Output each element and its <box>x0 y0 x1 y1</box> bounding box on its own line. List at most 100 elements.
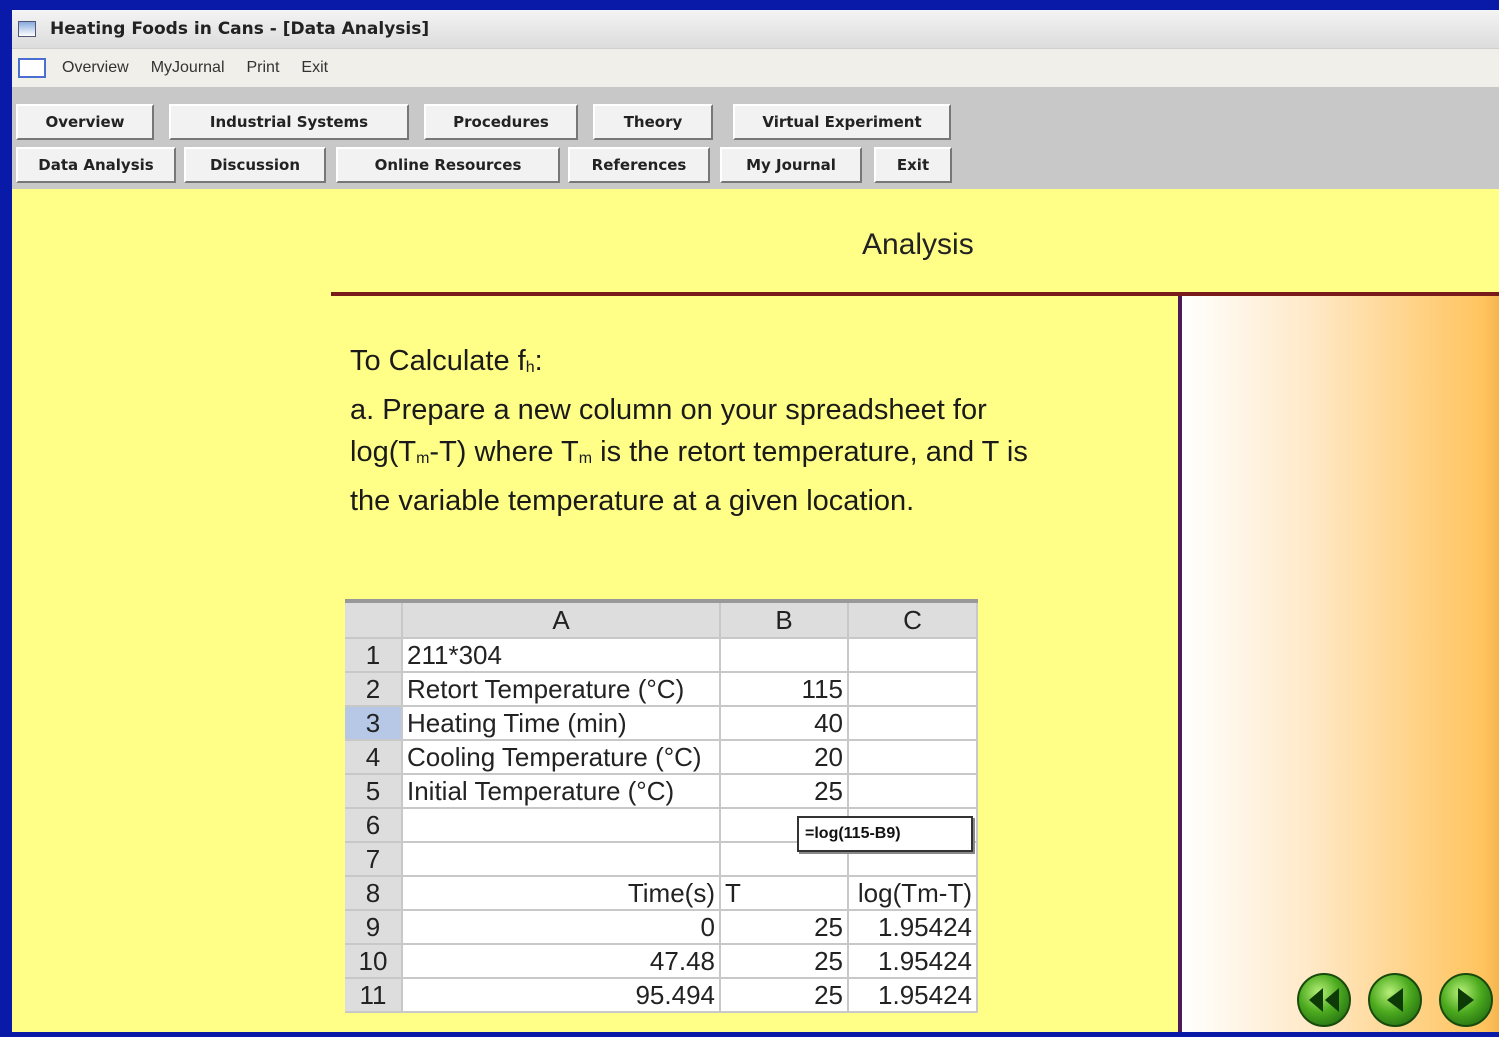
cell-a: Heating Time (min) <box>402 706 721 741</box>
menu-exit[interactable]: Exit <box>301 59 328 77</box>
first-icon <box>1309 988 1339 1012</box>
cell-a: 211*304 <box>402 638 721 673</box>
spreadsheet-table: A B C 1 211*304 2 Retort Temperature (°C… <box>345 599 978 1013</box>
cell-a: Time(s) <box>402 876 721 911</box>
nav-references-button[interactable]: References <box>568 147 710 183</box>
column-header-a: A <box>402 599 721 639</box>
cell-b: 25 <box>720 944 849 979</box>
title-bar: Heating Foods in Cans - [Data Analysis] <box>12 10 1499 48</box>
navigation-arrows <box>1297 973 1493 1027</box>
cell-a: Initial Temperature (°C) <box>402 774 721 809</box>
cell-b: 25 <box>720 774 849 809</box>
side-panel <box>1182 296 1499 1032</box>
nav-theory-button[interactable]: Theory <box>593 104 713 140</box>
cell-c: 1.95424 <box>848 978 978 1013</box>
step-a-mid: -T) where T <box>429 436 579 468</box>
table-row: 8 Time(s) T log(Tm-T) <box>345 876 978 911</box>
row-number: 2 <box>345 672 403 707</box>
back-button[interactable] <box>1368 973 1422 1027</box>
app-window: Heating Foods in Cans - [Data Analysis] … <box>12 10 1499 1032</box>
table-row: 1 211*304 <box>345 638 978 673</box>
step-a-sub2: m <box>578 450 593 467</box>
menu-bar: Overview MyJournal Print Exit <box>12 48 1499 88</box>
cell-b: 115 <box>720 672 849 707</box>
table-row: 2 Retort Temperature (°C) 115 <box>345 672 978 707</box>
step-a-sub1: m <box>416 450 430 467</box>
row-number: 6 <box>345 808 403 843</box>
instructions-text: To Calculate fh: a. Prepare a new column… <box>350 340 1170 522</box>
step-a-suffix: is the retort temperature, and T is <box>592 436 1028 468</box>
cell-b <box>720 638 849 673</box>
navigation-panel: Overview Industrial Systems Procedures T… <box>12 87 1499 189</box>
intro-suffix: : <box>534 345 543 377</box>
first-page-button[interactable] <box>1297 973 1351 1027</box>
cell-c: 1.95424 <box>848 910 978 945</box>
table-row: 9 0 25 1.95424 <box>345 910 978 945</box>
cell-a: 47.48 <box>402 944 721 979</box>
menu-myjournal[interactable]: MyJournal <box>151 59 225 77</box>
menu-overview[interactable]: Overview <box>62 59 129 77</box>
table-row: 4 Cooling Temperature (°C) 20 <box>345 740 978 775</box>
table-row: 3 Heating Time (min) 40 <box>345 706 978 741</box>
row-number: 3 <box>345 706 403 741</box>
nav-exit-button[interactable]: Exit <box>874 147 952 183</box>
column-header-b: B <box>720 599 849 639</box>
intro-sub: h <box>525 359 535 376</box>
formula-tooltip: =log(115-B9) <box>797 816 973 852</box>
window-title: Heating Foods in Cans - [Data Analysis] <box>50 19 430 39</box>
page-heading: Analysis <box>862 228 974 261</box>
nav-discussion-button[interactable]: Discussion <box>184 147 326 183</box>
column-header-c: C <box>848 599 978 639</box>
row-number: 8 <box>345 876 403 911</box>
cell-a: Retort Temperature (°C) <box>402 672 721 707</box>
nav-industrial-systems-button[interactable]: Industrial Systems <box>169 104 409 140</box>
table-row: 11 95.494 25 1.95424 <box>345 978 978 1013</box>
cell-b: T <box>720 876 849 911</box>
row-number: 1 <box>345 638 403 673</box>
cell-c: 1.95424 <box>848 944 978 979</box>
instruction-line-3: log(Tm-T) where Tm is the retort tempera… <box>350 431 1170 480</box>
menu-print[interactable]: Print <box>247 59 280 77</box>
cell-b: 25 <box>720 910 849 945</box>
spreadsheet-image: A B C 1 211*304 2 Retort Temperature (°C… <box>345 599 978 1013</box>
row-number: 5 <box>345 774 403 809</box>
instruction-line-2: a. Prepare a new column on your spreadsh… <box>350 394 987 426</box>
forward-button[interactable] <box>1439 973 1493 1027</box>
instruction-line-1: To Calculate fh: <box>350 340 1170 389</box>
cell-b: 20 <box>720 740 849 775</box>
column-header-row: A B C <box>345 599 978 639</box>
row-number: 4 <box>345 740 403 775</box>
app-icon <box>18 21 36 37</box>
nav-procedures-button[interactable]: Procedures <box>424 104 578 140</box>
cell-b: 40 <box>720 706 849 741</box>
cell-c <box>848 672 978 707</box>
row-number: 7 <box>345 842 403 877</box>
cell-a: Cooling Temperature (°C) <box>402 740 721 775</box>
intro-prefix: To Calculate f <box>350 345 526 377</box>
back-icon <box>1387 988 1403 1012</box>
document-icon <box>18 58 46 78</box>
cell-c <box>848 774 978 809</box>
cell-a: 0 <box>402 910 721 945</box>
cell-a <box>402 808 721 843</box>
row-number: 9 <box>345 910 403 945</box>
nav-virtual-experiment-button[interactable]: Virtual Experiment <box>733 104 951 140</box>
corner-cell <box>345 599 403 639</box>
cell-b: 25 <box>720 978 849 1013</box>
table-row: 5 Initial Temperature (°C) 25 <box>345 774 978 809</box>
cell-c: log(Tm-T) <box>848 876 978 911</box>
cell-a <box>402 842 721 877</box>
instruction-line-4: the variable temperature at a given loca… <box>350 485 915 517</box>
nav-data-analysis-button[interactable]: Data Analysis <box>16 147 176 183</box>
table-row: 10 47.48 25 1.95424 <box>345 944 978 979</box>
nav-online-resources-button[interactable]: Online Resources <box>336 147 560 183</box>
cell-c <box>848 706 978 741</box>
cell-c <box>848 638 978 673</box>
nav-overview-button[interactable]: Overview <box>16 104 154 140</box>
cell-c <box>848 740 978 775</box>
row-number: 10 <box>345 944 403 979</box>
nav-my-journal-button[interactable]: My Journal <box>720 147 862 183</box>
row-number: 11 <box>345 978 403 1013</box>
cell-a: 95.494 <box>402 978 721 1013</box>
forward-icon <box>1458 988 1474 1012</box>
